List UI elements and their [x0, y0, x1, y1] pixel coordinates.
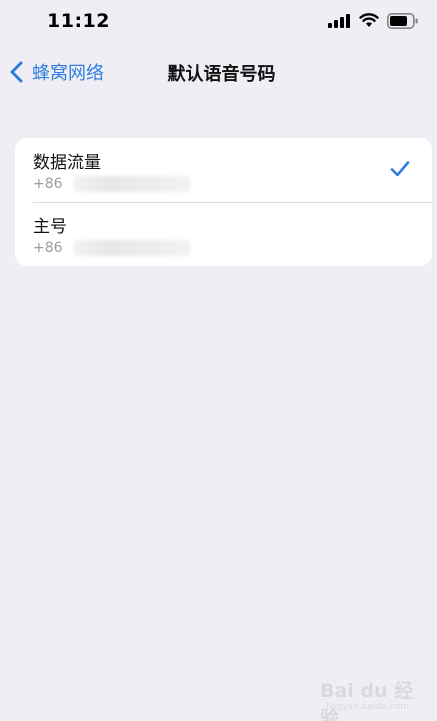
status-bar: 11:12 — [0, 0, 437, 44]
voice-number-list: 数据流量 +86 主号 +86 — [15, 138, 432, 266]
redacted-phone-number — [72, 176, 191, 192]
signal-icon — [328, 14, 350, 28]
list-item-subtitle: +86 — [33, 176, 191, 192]
watermark: Bai du 经验 jingyan.baidu.com — [320, 672, 432, 721]
list-item-data-traffic[interactable]: 数据流量 +86 — [15, 138, 432, 202]
battery-icon — [387, 13, 418, 29]
page-title: 默认语音号码 — [167, 64, 276, 85]
screen: 11:12 蜂窝网络 默认语音号码 数据流量 +86 主号 +86 Bai du… — [0, 0, 437, 721]
phone-prefix: +86 — [33, 176, 63, 192]
redacted-phone-number — [72, 240, 191, 256]
phone-prefix: +86 — [33, 240, 63, 256]
list-item-primary-number[interactable]: 主号 +86 — [15, 202, 432, 266]
watermark-url: jingyan.baidu.com — [326, 702, 410, 712]
list-item-title: 主号 — [33, 217, 67, 237]
list-item-subtitle: +86 — [33, 240, 191, 256]
status-time: 11:12 — [47, 10, 110, 32]
watermark-brand: Bai du 经验 — [320, 680, 414, 721]
wifi-icon — [359, 13, 379, 27]
navigation-bar: 蜂窝网络 默认语音号码 — [0, 50, 437, 94]
list-item-title: 数据流量 — [33, 153, 101, 173]
checkmark-icon — [390, 161, 410, 177]
